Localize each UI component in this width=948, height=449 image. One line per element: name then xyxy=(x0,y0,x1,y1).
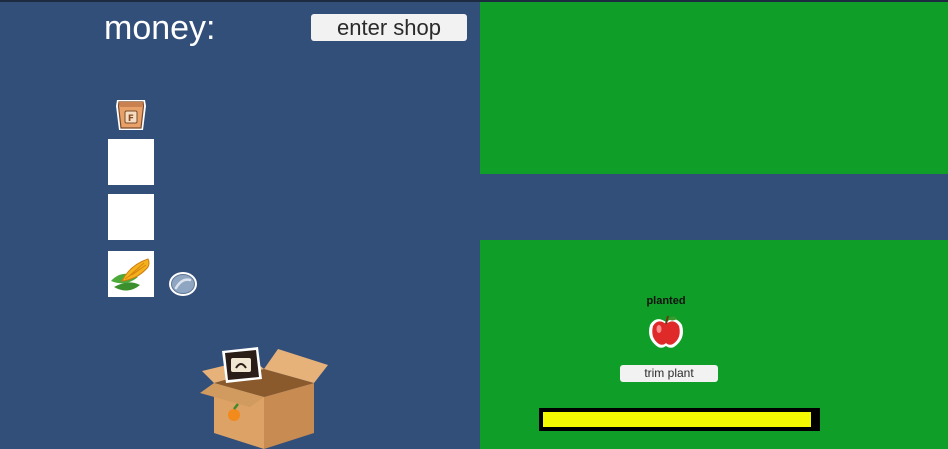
inventory-slot-empty[interactable] xyxy=(108,139,154,185)
trim-plant-button[interactable]: trim plant xyxy=(620,365,718,382)
enter-shop-button[interactable]: enter shop xyxy=(311,14,467,41)
inventory-slot-empty[interactable] xyxy=(108,194,154,240)
svg-text:F: F xyxy=(128,114,134,124)
inventory-slot-corn[interactable] xyxy=(108,251,154,297)
storage-box-icon[interactable] xyxy=(198,343,330,449)
apple-icon[interactable] xyxy=(646,313,686,349)
fertilizer-bag-icon: F xyxy=(116,100,146,130)
field-plot-upper[interactable] xyxy=(480,2,948,174)
money-label: money: xyxy=(104,9,216,47)
fertilizer-sack-icon xyxy=(222,347,262,383)
growth-progress-bar xyxy=(539,408,820,431)
growth-progress-fill xyxy=(543,412,811,427)
plant-status-label: planted xyxy=(646,295,686,307)
inventory-slot-fertilizer[interactable]: F xyxy=(108,94,154,140)
coin-icon xyxy=(169,272,197,296)
corn-icon xyxy=(111,258,150,291)
